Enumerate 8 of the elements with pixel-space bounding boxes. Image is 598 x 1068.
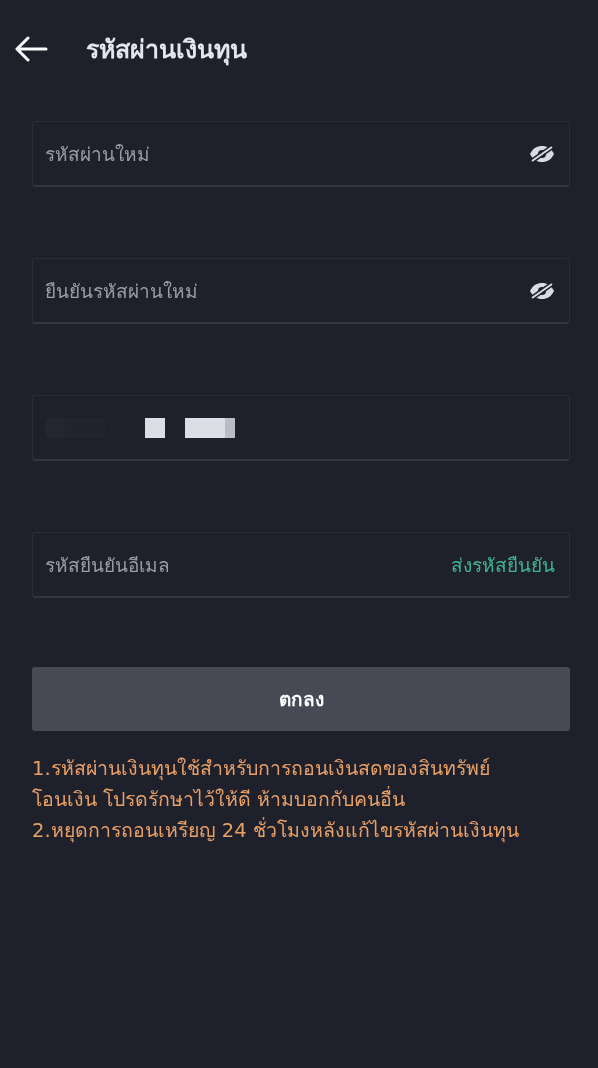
email-field[interactable] <box>32 395 570 461</box>
note-text: 1.รหัสผ่านเงินทุนใช้สำหรับการถอนเงินสดของสินทรัพย์โอนเงิน โปรดรักษาไว้ให้ดี ห้ามบอกกับคนอื่น <box>32 756 491 813</box>
page-title: รหัสผ่านเงินทุน <box>86 34 247 68</box>
confirm-button[interactable]: ตกลง <box>32 667 570 731</box>
send-code-link[interactable]: ส่งรหัสยืนยัน <box>451 549 555 580</box>
back-arrow-icon[interactable] <box>14 36 48 62</box>
note-text: 2.หยุดการถอนเหรียญ 24 ชั่วโมงหลังแก้ไขรหัสผ่านเงินทุน <box>32 816 520 845</box>
email-code-field[interactable]: รหัสยืนยันอีเมล <box>45 549 441 580</box>
